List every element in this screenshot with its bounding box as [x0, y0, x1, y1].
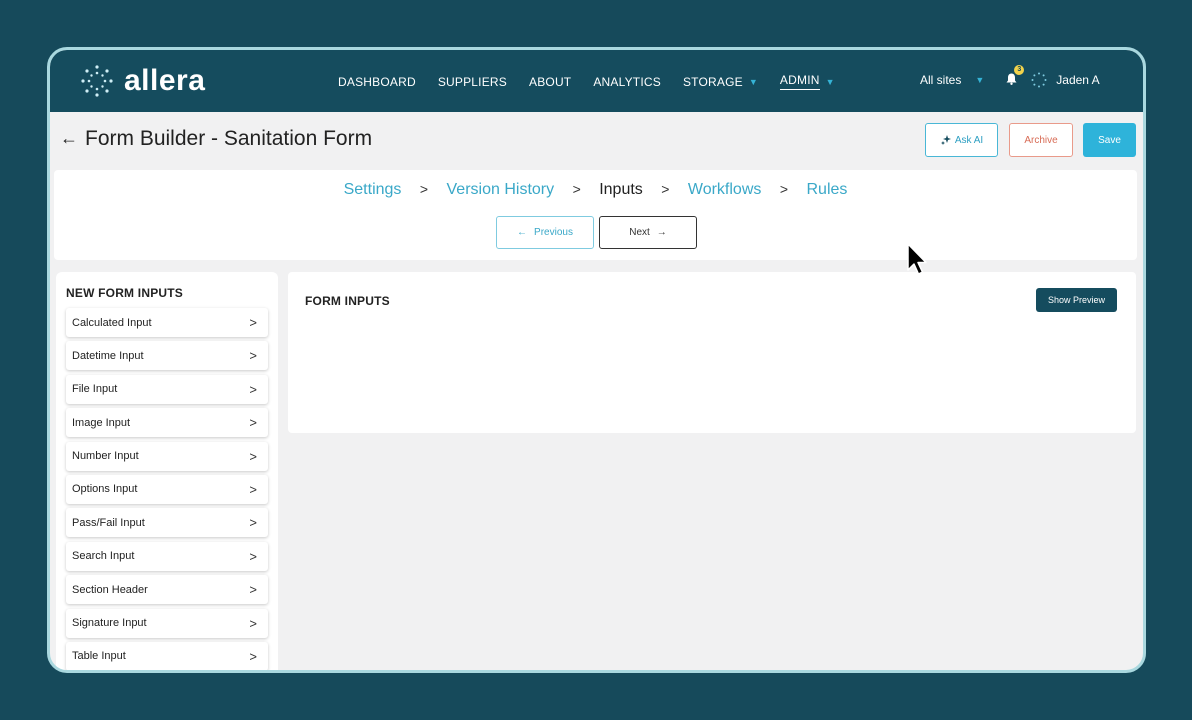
chevron-right-icon: >: [661, 181, 670, 197]
caret-down-icon: ▼: [748, 76, 758, 87]
nav-label: ABOUT: [529, 74, 572, 89]
input-type-signature[interactable]: Signature Input >: [66, 608, 268, 638]
notifications-button[interactable]: 3: [1006, 64, 1025, 88]
chevron-right-icon: >: [779, 181, 789, 197]
nav-label: ADMIN: [779, 73, 820, 90]
user-avatar-icon: [1031, 72, 1047, 88]
nav-label: ANALYTICS: [593, 74, 661, 89]
top-navbar: allera DASHBOARD SUPPLIERS ABOUT ANALYTI…: [50, 50, 1143, 112]
step-rules[interactable]: Rules: [806, 181, 847, 199]
chevron-right-icon: >: [249, 548, 257, 564]
nav-label: DASHBOARD: [338, 74, 416, 89]
input-type-list: Calculated Input > Datetime Input > File…: [66, 308, 268, 670]
allera-logo-icon: [81, 65, 113, 97]
step-workflows[interactable]: Workflows: [688, 181, 762, 199]
step-version-history[interactable]: Version History: [447, 181, 555, 199]
chevron-right-icon: >: [249, 481, 257, 497]
logo-text: allera: [124, 64, 206, 97]
list-item-label: File Input: [72, 383, 118, 396]
save-label: Save: [1098, 134, 1121, 146]
list-item-label: Image Input: [72, 416, 131, 429]
input-type-pass-fail[interactable]: Pass/Fail Input >: [66, 508, 268, 538]
arrow-left-icon: ←: [517, 227, 528, 238]
nav-label: STORAGE: [682, 74, 743, 89]
list-item-label: Signature Input: [72, 617, 147, 630]
back-arrow-icon[interactable]: ←: [60, 128, 78, 149]
save-button[interactable]: Save: [1083, 123, 1136, 157]
main-nav: DASHBOARD SUPPLIERS ABOUT ANALYTICS STOR…: [338, 73, 857, 90]
input-type-file[interactable]: File Input >: [66, 374, 268, 404]
input-type-table[interactable]: Table Input >: [66, 641, 268, 670]
new-form-inputs-panel: NEW FORM INPUTS Calculated Input > Datet…: [56, 272, 278, 670]
nav-item-admin[interactable]: ADMIN ▼: [779, 73, 835, 90]
archive-label: Archive: [1024, 134, 1058, 146]
list-item-label: Calculated Input: [72, 316, 152, 329]
chevron-right-icon: >: [249, 315, 257, 330]
list-item-label: Pass/Fail Input: [72, 516, 145, 529]
archive-button[interactable]: Archive: [1009, 123, 1073, 157]
input-type-number[interactable]: Number Input >: [66, 441, 268, 471]
chevron-right-icon: >: [572, 181, 581, 197]
form-inputs-panel: FORM INPUTS Show Preview: [288, 272, 1136, 433]
arrow-right-icon: →: [656, 227, 667, 238]
chevron-right-icon: >: [249, 515, 257, 531]
chevron-right-icon: >: [419, 181, 429, 197]
input-type-section-header[interactable]: Section Header >: [66, 575, 268, 605]
sidebar-title: NEW FORM INPUTS: [66, 286, 183, 300]
nav-item-about[interactable]: ABOUT: [529, 73, 571, 90]
mouse-pointer-icon: [907, 243, 927, 275]
list-item-label: Datetime Input: [72, 349, 144, 362]
next-label: Next: [629, 227, 650, 238]
input-type-calculated[interactable]: Calculated Input >: [66, 308, 268, 337]
step-settings[interactable]: Settings: [344, 181, 402, 199]
chevron-right-icon: >: [249, 415, 257, 431]
previous-button[interactable]: ← Previous: [496, 216, 594, 249]
show-preview-label: Show Preview: [1047, 295, 1106, 305]
caret-down-icon: ▼: [825, 76, 835, 87]
show-preview-button[interactable]: Show Preview: [1036, 288, 1117, 312]
ask-ai-label: Ask AI: [954, 134, 984, 146]
sparkle-icon: [940, 135, 951, 145]
site-selector[interactable]: All sites ▼: [920, 73, 984, 87]
input-type-search[interactable]: Search Input >: [66, 541, 268, 571]
nav-item-suppliers[interactable]: SUPPLIERS: [438, 73, 507, 90]
list-item-label: Table Input: [72, 650, 126, 663]
page-title: Form Builder - Sanitation Form: [85, 127, 373, 150]
user-menu[interactable]: Jaden A: [1031, 72, 1100, 88]
allera-logo[interactable]: allera: [80, 64, 205, 98]
app-window: allera DASHBOARD SUPPLIERS ABOUT ANALYTI…: [47, 47, 1146, 673]
nav-item-storage[interactable]: STORAGE ▼: [683, 73, 758, 90]
site-selector-label: All sites: [920, 73, 962, 87]
notification-count-badge: 3: [1014, 64, 1025, 75]
list-item-label: Options Input: [72, 483, 138, 496]
nav-item-dashboard[interactable]: DASHBOARD: [338, 73, 416, 90]
chevron-right-icon: >: [249, 448, 257, 464]
next-button[interactable]: Next →: [599, 216, 697, 249]
step-breadcrumb: Settings > Version History > Inputs > Wo…: [54, 181, 1137, 199]
previous-label: Previous: [534, 227, 573, 238]
ask-ai-button[interactable]: Ask AI: [925, 123, 998, 157]
input-type-options[interactable]: Options Input >: [66, 474, 268, 504]
nav-label: SUPPLIERS: [437, 74, 507, 89]
chevron-right-icon: >: [249, 615, 257, 631]
form-inputs-title: FORM INPUTS: [305, 294, 390, 308]
list-item-label: Search Input: [72, 550, 135, 563]
step-navigation-panel: Settings > Version History > Inputs > Wo…: [54, 170, 1137, 260]
step-inputs[interactable]: Inputs: [599, 181, 643, 199]
chevron-right-icon: >: [249, 582, 257, 598]
nav-item-analytics[interactable]: ANALYTICS: [593, 73, 661, 90]
list-item-label: Number Input: [72, 450, 139, 463]
topbar-right: All sites ▼ 3 Jaden A: [920, 64, 1100, 88]
chevron-right-icon: >: [249, 348, 257, 364]
input-type-image[interactable]: Image Input >: [66, 408, 268, 438]
chevron-right-icon: >: [249, 648, 257, 664]
chevron-right-icon: >: [249, 381, 257, 397]
list-item-label: Section Header: [72, 583, 148, 596]
caret-down-icon: ▼: [975, 75, 985, 85]
input-type-datetime[interactable]: Datetime Input >: [66, 341, 268, 371]
user-name: Jaden A: [1056, 73, 1100, 87]
